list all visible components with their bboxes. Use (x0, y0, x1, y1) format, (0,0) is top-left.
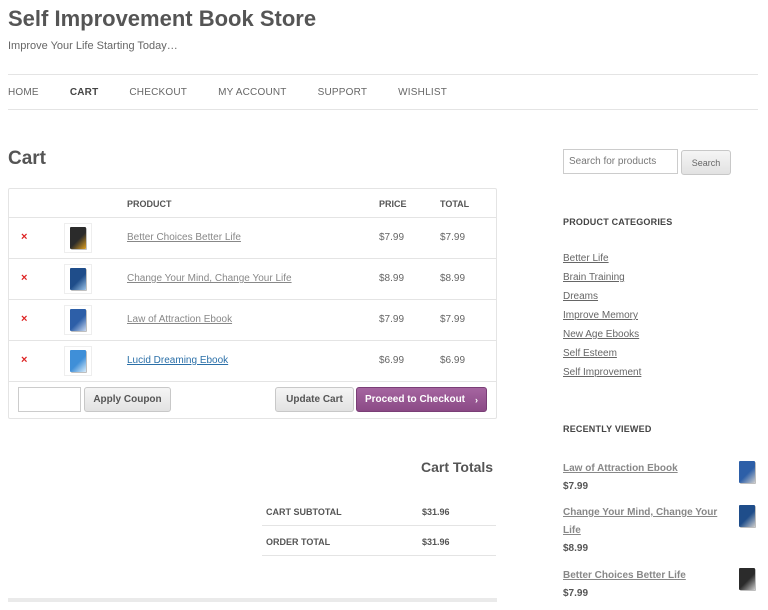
recently-viewed-price: $7.99 (563, 588, 589, 599)
book-cover-icon (70, 227, 86, 249)
update-cart-button[interactable]: Update Cart (275, 387, 354, 412)
product-thumbnail[interactable] (64, 305, 92, 335)
product-name-link[interactable]: Lucid Dreaming Ebook (127, 355, 228, 366)
book-cover-icon (70, 350, 86, 372)
product-thumbnail[interactable] (64, 346, 92, 376)
category-link[interactable]: Improve Memory (563, 310, 638, 321)
site-tagline: Improve Your Life Starting Today… (8, 40, 178, 52)
recently-viewed-link[interactable]: Law of Attraction Ebook (563, 460, 728, 478)
book-cover-icon (739, 568, 755, 590)
recently-viewed-link[interactable]: Change Your Mind, Change Your Life (563, 504, 728, 540)
product-total: $7.99 (440, 314, 466, 325)
book-cover-icon (70, 309, 86, 331)
header-product: PRODUCT (127, 199, 172, 209)
cart-row: × Better Choices Better Life $7.99 $7.99 (9, 218, 496, 259)
nav-wishlist[interactable]: WISHLIST (398, 87, 447, 98)
recently-viewed-title: RECENTLY VIEWED (563, 424, 652, 434)
cart-actions: Apply Coupon Update Cart Proceed to Chec… (9, 382, 496, 418)
category-item: Better Life (563, 253, 641, 272)
recently-viewed-thumbnail[interactable] (734, 502, 760, 530)
product-price: $6.99 (379, 355, 405, 366)
book-cover-icon (70, 268, 86, 290)
cart-subtotal-label: CART SUBTOTAL (266, 507, 342, 517)
chevron-right-icon: › (475, 394, 479, 405)
product-categories-list: Better Life Brain Training Dreams Improv… (563, 253, 641, 386)
category-item: Self Improvement (563, 367, 641, 386)
product-total: $6.99 (440, 355, 466, 366)
recently-viewed-link[interactable]: Better Choices Better Life (563, 567, 728, 585)
recently-viewed-price: $7.99 (563, 481, 589, 492)
recently-viewed-thumbnail[interactable] (734, 458, 760, 486)
order-total-label: ORDER TOTAL (266, 537, 331, 547)
nav-home[interactable]: HOME (8, 87, 39, 98)
header-total: TOTAL (440, 199, 470, 209)
cart-row: × Change Your Mind, Change Your Life $8.… (9, 259, 496, 300)
cart-totals-title: Cart Totals (421, 459, 494, 475)
remove-item-icon[interactable]: × (21, 354, 27, 366)
category-item: New Age Ebooks (563, 329, 641, 348)
product-total: $8.99 (440, 273, 466, 284)
product-categories-title: PRODUCT CATEGORIES (563, 217, 673, 227)
recently-viewed-item: Better Choices Better Life $7.99 (563, 567, 758, 603)
book-cover-icon (739, 461, 755, 483)
remove-item-icon[interactable]: × (21, 313, 27, 325)
recently-viewed-item: Law of Attraction Ebook $7.99 (563, 460, 758, 496)
category-item: Improve Memory (563, 310, 641, 329)
search-button[interactable]: Search (681, 150, 731, 175)
cart-subtotal-value: $31.96 (422, 507, 450, 517)
category-link[interactable]: Self Improvement (563, 367, 641, 378)
product-thumbnail[interactable] (64, 264, 92, 294)
product-name-link[interactable]: Better Choices Better Life (127, 232, 241, 243)
product-price: $8.99 (379, 273, 405, 284)
category-link[interactable]: Better Life (563, 253, 609, 264)
recently-viewed-thumbnail[interactable] (734, 565, 760, 593)
recently-viewed-price: $8.99 (563, 543, 589, 554)
product-total: $7.99 (440, 232, 466, 243)
nav-support[interactable]: SUPPORT (318, 87, 368, 98)
recently-viewed-item: Change Your Mind, Change Your Life $8.99 (563, 504, 758, 558)
order-total-value: $31.96 (422, 537, 450, 547)
category-item: Dreams (563, 291, 641, 310)
nav-my-account[interactable]: MY ACCOUNT (218, 87, 287, 98)
product-thumbnail[interactable] (64, 223, 92, 253)
header-price: PRICE (379, 199, 407, 209)
cart-row: × Law of Attraction Ebook $7.99 $7.99 (9, 300, 496, 341)
cart-table-header: PRODUCT PRICE TOTAL (9, 189, 496, 218)
category-link[interactable]: New Age Ebooks (563, 329, 639, 340)
site-title[interactable]: Self Improvement Book Store (8, 6, 316, 32)
category-item: Brain Training (563, 272, 641, 291)
product-search-input[interactable] (563, 149, 678, 174)
order-total-row: ORDER TOTAL $31.96 (262, 526, 496, 556)
footer-divider (8, 598, 497, 602)
book-cover-icon (739, 505, 755, 527)
page-title: Cart (8, 148, 47, 169)
cart-subtotal-row: CART SUBTOTAL $31.96 (262, 496, 496, 526)
checkout-label: Proceed to Checkout (364, 394, 466, 405)
nav-cart[interactable]: CART (70, 87, 99, 98)
remove-item-icon[interactable]: × (21, 272, 27, 284)
coupon-code-input[interactable] (18, 387, 81, 412)
remove-item-icon[interactable]: × (21, 231, 27, 243)
main-nav: HOME CART CHECKOUT MY ACCOUNT SUPPORT WI… (8, 74, 758, 110)
product-name-link[interactable]: Change Your Mind, Change Your Life (127, 273, 292, 284)
product-price: $7.99 (379, 232, 405, 243)
category-link[interactable]: Brain Training (563, 272, 625, 283)
category-link[interactable]: Self Esteem (563, 348, 617, 359)
proceed-to-checkout-button[interactable]: Proceed to Checkout › (356, 387, 487, 412)
cart-row: × Lucid Dreaming Ebook $6.99 $6.99 (9, 341, 496, 382)
category-link[interactable]: Dreams (563, 291, 598, 302)
category-item: Self Esteem (563, 348, 641, 367)
product-price: $7.99 (379, 314, 405, 325)
apply-coupon-button[interactable]: Apply Coupon (84, 387, 171, 412)
cart-table: PRODUCT PRICE TOTAL × Better Choices Bet… (8, 188, 497, 419)
nav-checkout[interactable]: CHECKOUT (129, 87, 187, 98)
product-name-link[interactable]: Law of Attraction Ebook (127, 314, 232, 325)
